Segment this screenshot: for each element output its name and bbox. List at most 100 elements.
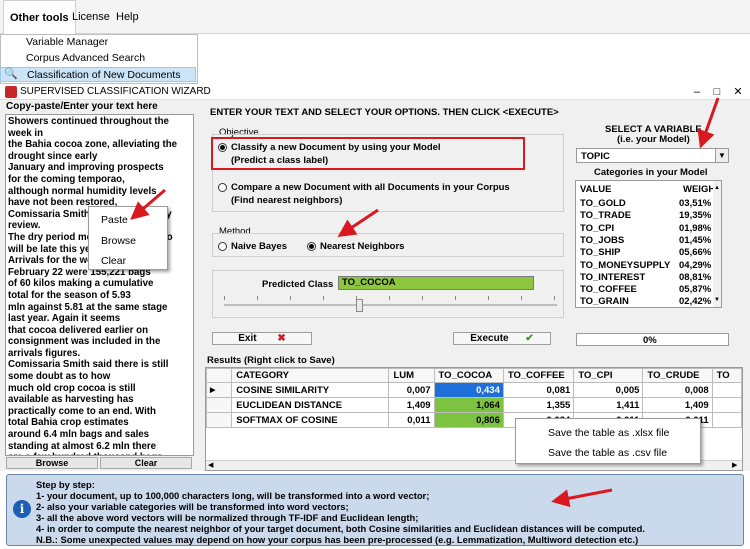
variable-select[interactable]: TOPIC ▼ (576, 148, 729, 163)
magnifier-icon: 🔍 (4, 68, 18, 80)
method-naive-bayes-radio[interactable] (218, 242, 227, 251)
category-weight: 02,42% (679, 296, 712, 308)
save-xlsx-item[interactable]: Save the table as .xlsx file (536, 427, 669, 439)
close-icon[interactable]: ✕ (731, 85, 745, 99)
row-header-corner (206, 368, 233, 383)
document-text-area[interactable]: Showers continued throughout the week in… (5, 114, 194, 456)
exit-button[interactable]: Exit ✖ (212, 332, 312, 345)
category-weight: 05,66% (679, 247, 712, 259)
method-nearest-neighbors-radio[interactable] (307, 242, 316, 251)
category-weight: 19,35% (679, 210, 712, 222)
table-row[interactable]: EUCLIDEAN DISTANCE 1,409 1,064 1,355 1,411 1,… (206, 397, 742, 413)
value-cell[interactable] (711, 412, 742, 428)
document-text: Showers continued throughout the week in… (8, 116, 178, 455)
info-line: 1- your document, up to 100,000 characte… (36, 490, 430, 501)
category-weight: 05,87% (679, 284, 712, 296)
category-value[interactable]: TO_MONEYSUPPLY (580, 260, 670, 272)
maximize-icon[interactable]: □ (710, 85, 724, 99)
table-row[interactable]: ▶ COSINE SIMILARITY 0,007 0,434 0,081 0,005 0,… (206, 382, 742, 398)
category-value[interactable]: TO_INTEREST (580, 272, 645, 284)
column-header[interactable]: CATEGORY (231, 368, 390, 383)
objective-classify-radio[interactable] (218, 143, 227, 152)
menu-other-tools[interactable]: Other tools (3, 0, 76, 34)
instruction-text: ENTER YOUR TEXT AND SELECT YOUR OPTIONS.… (210, 107, 559, 118)
column-header[interactable]: LUM (388, 368, 435, 383)
value-cell[interactable]: 0,434 (433, 382, 504, 398)
dropdown-classification-new-documents[interactable]: Classification of New Documents (0, 67, 196, 82)
category-value[interactable]: TO_TRADE (580, 210, 631, 222)
method-naive-bayes-label[interactable]: Naive Bayes (231, 241, 287, 252)
value-cell[interactable]: 0,007 (388, 382, 435, 398)
objective-classify-label[interactable]: Classify a new Document by using your Mo… (231, 142, 441, 153)
scroll-left-icon[interactable]: ◀ (208, 461, 213, 469)
value-cell[interactable]: 1,411 (573, 397, 644, 413)
scroll-up-icon[interactable]: ▲ (714, 185, 720, 191)
browse-button[interactable]: Browse (6, 457, 98, 469)
menu-license[interactable]: License (66, 0, 116, 34)
predicted-class-label: Predicted Class (262, 279, 334, 290)
category-cell[interactable]: EUCLIDEAN DISTANCE (231, 397, 390, 413)
value-cell[interactable]: 1,064 (433, 397, 504, 413)
menu-help[interactable]: Help (110, 0, 145, 34)
text-context-menu: Paste Browse Clear (88, 206, 168, 270)
clear-button[interactable]: Clear (100, 457, 192, 469)
value-cell[interactable]: 1,409 (642, 397, 713, 413)
variable-select-value: TOPIC (581, 151, 610, 162)
value-cell[interactable]: 1,409 (388, 397, 435, 413)
dropdown-corpus-advanced-search[interactable]: Corpus Advanced Search (0, 51, 196, 66)
context-browse[interactable]: Browse (89, 235, 136, 247)
value-cell[interactable] (711, 397, 742, 413)
value-cell[interactable]: 0,008 (642, 382, 713, 398)
column-header[interactable]: TO_COCOA (433, 368, 504, 383)
value-cell[interactable]: 1,355 (502, 397, 575, 413)
column-header[interactable]: TO_CRUDE (642, 368, 713, 383)
category-value[interactable]: TO_GOLD (580, 198, 626, 210)
category-value[interactable]: TO_CPI (580, 223, 614, 235)
value-cell[interactable] (711, 382, 742, 398)
info-line: 4- in order to compute the nearest neigh… (36, 523, 645, 534)
scroll-down-icon[interactable]: ▼ (714, 297, 720, 303)
row-header[interactable] (206, 412, 233, 428)
category-cell[interactable]: SOFTMAX OF COSINE (231, 412, 390, 428)
value-cell[interactable]: 0,806 (433, 412, 504, 428)
info-line: N.B.: Some unexpected values may depend … (36, 534, 639, 545)
category-cell[interactable]: COSINE SIMILARITY (231, 382, 390, 398)
value-cell[interactable]: 0,005 (573, 382, 644, 398)
context-paste[interactable]: Paste (89, 214, 128, 226)
slider-track (224, 304, 557, 306)
objective-compare-radio[interactable] (218, 183, 227, 192)
row-header[interactable] (206, 397, 233, 413)
categories-header-value: VALUE (580, 184, 612, 195)
category-value[interactable]: TO_SHIP (580, 247, 620, 259)
category-value[interactable]: TO_COFFEE (580, 284, 637, 296)
dropdown-variable-manager[interactable]: Variable Manager (0, 35, 196, 50)
value-cell[interactable]: 0,011 (388, 412, 435, 428)
category-value[interactable]: TO_GRAIN (580, 296, 629, 307)
save-csv-item[interactable]: Save the table as .csv file (536, 447, 667, 459)
info-line: 2- also your variable categories will be… (36, 501, 349, 512)
column-header[interactable]: TO_CPI (573, 368, 644, 383)
chevron-down-icon[interactable]: ▼ (715, 149, 728, 162)
context-clear[interactable]: Clear (89, 255, 126, 267)
scroll-right-icon[interactable]: ▶ (732, 461, 737, 469)
execute-check-icon: ✔ (525, 333, 534, 344)
exit-x-icon: ✖ (277, 333, 286, 344)
method-nearest-neighbors-label[interactable]: Nearest Neighbors (320, 241, 404, 252)
row-header[interactable]: ▶ (206, 382, 233, 398)
execute-button[interactable]: Execute ✔ (453, 332, 551, 345)
minimize-icon[interactable]: – (690, 85, 704, 99)
categories-list[interactable]: VALUE WEIGHT TO_GOLD 03,51% TO_TRADE 19,35%… (575, 180, 722, 308)
info-icon: i (13, 500, 31, 518)
objective-compare-label[interactable]: Compare a new Document with all Document… (231, 182, 510, 193)
column-header[interactable]: TO_COFFEE (502, 368, 575, 383)
results-title: Results (Right click to Save) (207, 355, 335, 366)
categories-scrollbar[interactable]: ▲ ▼ (713, 181, 721, 307)
slider-thumb[interactable] (356, 299, 363, 312)
value-cell[interactable]: 0,081 (502, 382, 575, 398)
category-weight: 04,29% (679, 259, 712, 271)
category-weight: 03,51% (679, 198, 712, 209)
categories-title: Categories in your Model (594, 167, 708, 178)
category-value[interactable]: TO_JOBS (580, 235, 624, 247)
column-header[interactable]: TO (711, 368, 742, 383)
app-logo-icon (5, 86, 17, 98)
